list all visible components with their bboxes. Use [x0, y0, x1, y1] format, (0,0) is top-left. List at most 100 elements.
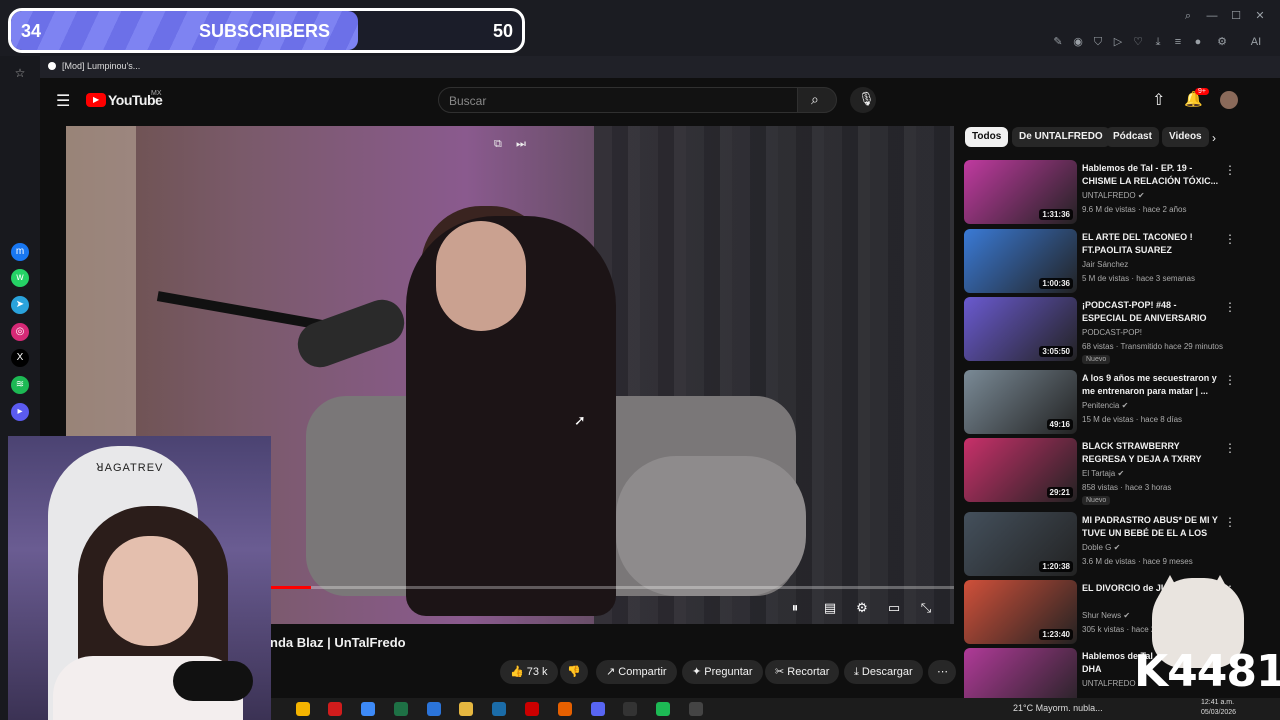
discord-icon[interactable] — [591, 702, 605, 716]
dislike-icon: 👎 — [567, 666, 581, 678]
x-icon[interactable]: X — [11, 349, 29, 367]
recommendation-item[interactable]: 49:16 A los 9 años me secuestraron y me e… — [964, 370, 1254, 436]
channel-name[interactable]: El Tartaja ✔ — [1082, 469, 1124, 478]
minimize-icon[interactable]: — — [1204, 8, 1220, 24]
settings-icon[interactable]: ⚙ — [1214, 34, 1230, 50]
share-button[interactable]: ↗ Compartir — [596, 660, 677, 684]
channel-name[interactable]: Penitencia ✔ — [1082, 401, 1128, 410]
more-options-icon[interactable]: ⋮ — [1224, 232, 1236, 246]
youtube-logo-icon[interactable]: ▶ — [86, 93, 106, 107]
more-options-icon[interactable]: ⋮ — [1224, 163, 1236, 177]
video-thumbnail[interactable]: 29:21 — [964, 438, 1077, 502]
maximize-icon[interactable]: ☐ — [1228, 8, 1244, 24]
chevron-right-icon[interactable]: › — [1212, 131, 1216, 145]
video-thumbnail[interactable]: 3:05:50 — [964, 297, 1077, 361]
more-actions-button[interactable]: ⋯ — [928, 660, 956, 684]
hamburger-menu-icon[interactable]: ☰ — [56, 91, 70, 111]
telegram-icon[interactable]: ➤ — [11, 296, 29, 314]
recommendation-title[interactable]: A los 9 años me secuestraron y me entren… — [1082, 372, 1222, 398]
ask-button[interactable]: ✦ Preguntar — [682, 660, 763, 684]
folder-icon[interactable] — [459, 702, 473, 716]
chrome-icon[interactable] — [296, 702, 310, 716]
channel-name[interactable]: UNTALFREDO — [1082, 679, 1136, 688]
recommendation-item[interactable]: 1:00:36 EL ARTE DEL TACONEO ! FT.PAOLITA … — [964, 229, 1254, 295]
obs-icon[interactable] — [525, 702, 539, 716]
github-icon[interactable] — [623, 702, 637, 716]
recommendation-item[interactable]: 3:05:50 ¡PODCAST-POP! #48 - ESPECIAL DE A… — [964, 297, 1254, 364]
goal-target: 50 — [493, 21, 514, 41]
recommendation-title[interactable]: Hablemos de Tal - EP. 19 - CHISME LA REL… — [1082, 162, 1222, 188]
channel-name[interactable]: Jair Sánchez — [1082, 260, 1128, 269]
recommendation-title[interactable]: ¡PODCAST-POP! #48 - ESPECIAL DE ANIVERSA… — [1082, 299, 1222, 325]
skip-next-icon[interactable]: ⏭ — [516, 138, 526, 151]
messenger-icon[interactable]: m — [11, 243, 29, 261]
opera-icon[interactable] — [328, 702, 342, 716]
ai-icon[interactable]: AI — [1244, 34, 1268, 50]
player-icon[interactable]: ▸ — [11, 403, 29, 421]
autoplay-toggle-icon[interactable]: ⏸ — [786, 599, 804, 617]
channel-name[interactable]: Shur News ✔ — [1082, 611, 1130, 620]
video-thumbnail[interactable]: 1:31:36 — [964, 160, 1077, 224]
chip-videos[interactable]: Videos — [1162, 127, 1209, 147]
settings-icon[interactable]: ⚙ — [853, 599, 871, 617]
capcut-icon[interactable] — [689, 702, 703, 716]
upload-icon[interactable]: ⇧ — [1152, 90, 1165, 110]
star-icon[interactable]: ☆ — [11, 64, 29, 82]
close-icon[interactable]: ✕ — [1252, 8, 1268, 24]
recommendation-title[interactable]: BLACK STRAWBERRY REGRESA Y DEJA A TXRRY … — [1082, 440, 1222, 467]
video-thumbnail[interactable]: 1:20:38 — [964, 512, 1077, 576]
excel-icon[interactable] — [394, 702, 408, 716]
instagram-icon[interactable]: ◎ — [11, 323, 29, 341]
more-options-icon[interactable]: ⋮ — [1224, 515, 1236, 529]
duration-badge: 1:20:38 — [1039, 561, 1073, 572]
spotify-icon[interactable]: ≋ — [11, 376, 29, 394]
download-button[interactable]: ⤓ Descargar — [844, 660, 923, 684]
store-icon[interactable] — [361, 702, 375, 716]
spotify-taskbar-icon[interactable] — [656, 702, 670, 716]
like-button[interactable]: 👍 73 k — [500, 660, 558, 684]
chip-untalfredo[interactable]: De UNTALFREDO — [1012, 127, 1110, 147]
avatar[interactable] — [1220, 91, 1238, 109]
dislike-button[interactable]: 👎 — [560, 660, 588, 684]
more-options-icon[interactable]: ⋮ — [1224, 441, 1236, 455]
chip-podcast[interactable]: Pódcast — [1106, 127, 1159, 147]
recommendation-item[interactable]: 29:21 BLACK STRAWBERRY REGRESA Y DEJA A T… — [964, 438, 1254, 505]
shield-icon[interactable]: ⛉ — [1090, 34, 1106, 50]
theater-mode-icon[interactable]: ▭ — [885, 599, 903, 617]
miniplayer-icon[interactable]: ⧉ — [494, 138, 502, 151]
download-icon[interactable]: ⤓ — [1150, 34, 1166, 50]
recommendation-title[interactable]: EL ARTE DEL TACONEO ! FT.PAOLITA SUAREZ — [1082, 231, 1222, 257]
recommendation-item[interactable]: 1:31:36 Hablemos de Tal - EP. 19 - CHISME… — [964, 160, 1254, 226]
recommendation-item[interactable]: 1:20:38 MI PADRASTRO ABUS* DE MI Y TUVE U… — [964, 512, 1254, 578]
whatsapp-icon[interactable]: w — [11, 269, 29, 287]
fullscreen-icon[interactable]: ⤡ — [917, 599, 935, 617]
heart-icon[interactable]: ♡ — [1130, 34, 1146, 50]
channel-name-text: Jair Sánchez — [1082, 260, 1129, 269]
play-icon[interactable]: ▷ — [1110, 34, 1126, 50]
video-thumbnail[interactable]: 1:23:40 — [964, 580, 1077, 644]
video-thumbnail[interactable]: 1:00:36 — [964, 229, 1077, 293]
channel-name[interactable]: PODCAST-POP! — [1082, 328, 1142, 337]
search-button[interactable]: ⌕ — [797, 87, 837, 113]
steam-icon[interactable] — [492, 702, 506, 716]
chip-todos[interactable]: Todos — [965, 127, 1009, 147]
profile-icon[interactable]: ● — [1190, 34, 1206, 50]
firefox-icon[interactable] — [558, 702, 572, 716]
more-options-icon[interactable]: ⋮ — [1224, 373, 1236, 387]
search-icon[interactable]: ⌕ — [1180, 8, 1196, 24]
more-options-icon[interactable]: ⋮ — [1224, 300, 1236, 314]
clock-date: 05/03/2026 — [1201, 709, 1237, 716]
recommendation-title[interactable]: MI PADRASTRO ABUS* DE MI Y TUVE UN BEBÉ … — [1082, 514, 1222, 541]
edit-icon[interactable]: ✎ — [1050, 34, 1066, 50]
channel-name[interactable]: UNTALFREDO ✔ — [1082, 191, 1145, 200]
video-thumbnail[interactable]: 49:16 — [964, 370, 1077, 434]
channel-name[interactable]: Doble G ✔ — [1082, 543, 1120, 552]
subtitles-icon[interactable]: ▤ — [821, 599, 839, 617]
search-input[interactable]: Buscar — [438, 87, 798, 113]
menu-icon[interactable]: ≡ — [1170, 34, 1186, 50]
edge-icon[interactable] — [427, 702, 441, 716]
tab-title[interactable]: [Mod] Lumpinou's... — [62, 61, 140, 71]
clip-button[interactable]: ✂ Recortar — [765, 660, 840, 684]
voice-search-button[interactable]: 🎙 — [850, 87, 876, 113]
camera-icon[interactable]: ◉ — [1070, 34, 1086, 50]
